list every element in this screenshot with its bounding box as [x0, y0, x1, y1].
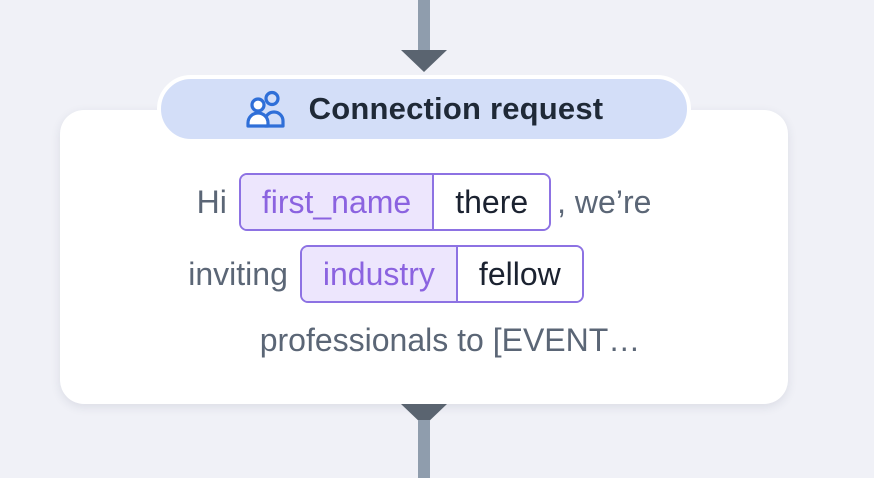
message-line: Hi first_name there , we’re	[60, 170, 788, 234]
outgoing-connector-line	[418, 420, 430, 478]
users-icon	[246, 90, 285, 128]
variable-fallback: fellow	[457, 247, 582, 301]
message-line: inviting industry fellow	[60, 242, 788, 306]
step-title: Connection request	[308, 91, 604, 126]
variable-token-first-name[interactable]: first_name there	[238, 173, 552, 231]
message-line: professionals to [EVENT…	[60, 308, 788, 372]
variable-name: industry	[301, 247, 458, 301]
incoming-connector-line	[418, 0, 430, 52]
variable-token-industry[interactable]: industry fellow	[299, 245, 584, 303]
message-text: , we’re	[557, 183, 652, 220]
message-text: Hi	[196, 183, 227, 220]
incoming-arrow-icon	[401, 50, 447, 72]
message-preview: Hi first_name there , we’re inviting ind…	[60, 170, 788, 380]
message-text: professionals to [EVENT…	[259, 321, 641, 358]
flow-canvas: Connection request Hi first_name there ,…	[0, 0, 874, 478]
variable-fallback: there	[434, 175, 550, 229]
message-text: inviting	[188, 255, 288, 292]
step-header[interactable]: Connection request	[157, 75, 691, 143]
variable-name: first_name	[240, 175, 435, 229]
